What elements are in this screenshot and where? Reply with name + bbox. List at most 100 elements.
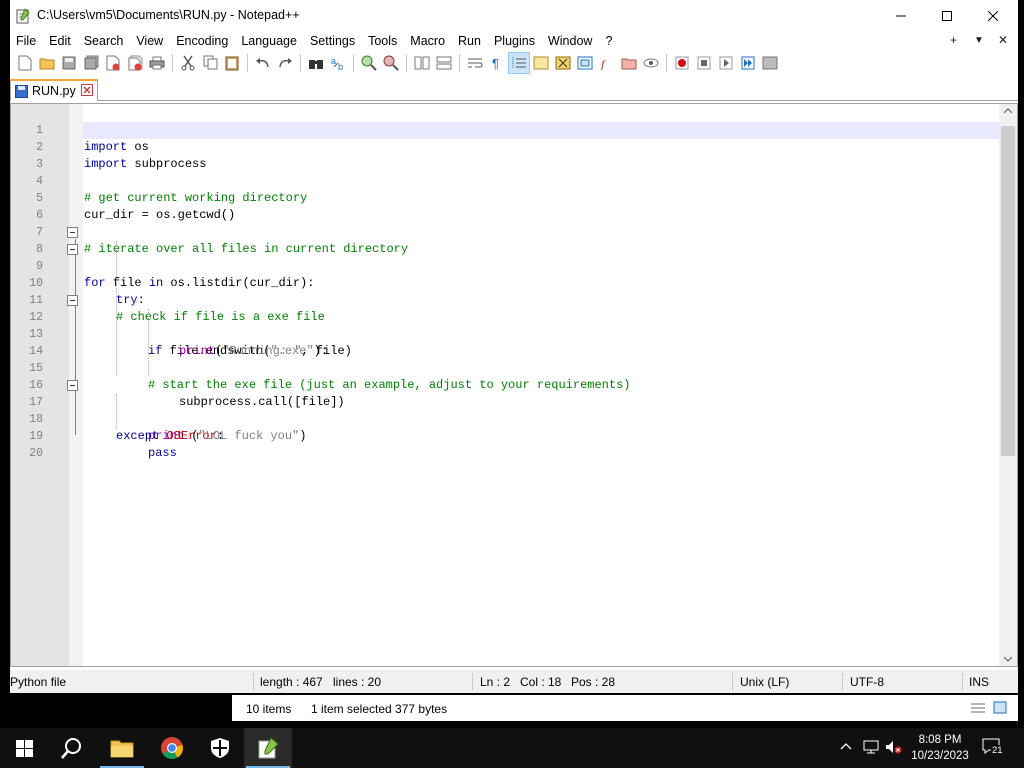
taskbar-notepadpp[interactable] <box>244 728 292 768</box>
line-number: 6 <box>36 209 43 222</box>
fold-toggle-icon[interactable] <box>67 295 78 306</box>
cut-button[interactable] <box>178 53 198 73</box>
close-file-button[interactable] <box>103 53 123 73</box>
record-macro-button[interactable] <box>672 53 692 73</box>
zoom-out-button[interactable] <box>381 53 401 73</box>
taskbar-clock[interactable]: 8:08 PM 10/23/2023 <box>905 732 975 764</box>
volume-muted-icon[interactable] <box>885 740 903 754</box>
menu-view[interactable]: View <box>130 32 170 50</box>
line-number: 11 <box>29 294 43 307</box>
new-file-button[interactable] <box>15 53 35 73</box>
scroll-down-icon[interactable] <box>1004 656 1012 662</box>
status-eol[interactable]: Unix (LF) <box>740 675 789 689</box>
scroll-up-icon[interactable] <box>1004 108 1012 114</box>
fast-forward-icon <box>741 56 755 69</box>
status-insert-mode[interactable]: INS <box>969 675 989 689</box>
play-macro-button[interactable] <box>716 53 736 73</box>
minimize-icon <box>896 15 906 17</box>
minimize-button[interactable] <box>878 0 924 32</box>
document-map-button[interactable] <box>553 53 573 73</box>
indent-guide-button[interactable] <box>508 51 530 74</box>
code-line: 17 except OSError: <box>29 377 999 443</box>
zoom-in-button[interactable] <box>359 53 379 73</box>
maximize-button[interactable] <box>924 0 970 32</box>
notification-center-button[interactable]: 21 <box>982 738 1004 758</box>
new-tab-plus-button[interactable]: + <box>950 33 957 47</box>
menu-search[interactable]: Search <box>78 32 131 50</box>
line-number: 12 <box>29 311 43 324</box>
menu-run[interactable]: Run <box>452 32 488 50</box>
tab-close-icon[interactable] <box>81 84 93 96</box>
close-document-button[interactable]: ✕ <box>998 33 1008 47</box>
code-line: 7 # iterate over all files in current di… <box>36 207 999 256</box>
taskbar-file-explorer[interactable] <box>98 728 146 768</box>
menu-plugins[interactable]: Plugins <box>488 32 542 50</box>
status-encoding[interactable]: UTF-8 <box>850 675 884 689</box>
save-macro-button[interactable] <box>760 53 780 73</box>
open-file-button[interactable] <box>37 53 57 73</box>
close-button[interactable] <box>970 0 1016 32</box>
save-all-button[interactable] <box>81 53 101 73</box>
fold-toggle-icon[interactable] <box>67 380 78 391</box>
vertical-scrollbar[interactable] <box>999 104 1017 666</box>
function-list-button[interactable]: f <box>597 53 617 73</box>
sync-vertical-button[interactable] <box>412 53 432 73</box>
word-wrap-button[interactable] <box>465 53 485 73</box>
show-hidden-icons-chevron-icon[interactable] <box>840 740 852 752</box>
menu-settings[interactable]: Settings <box>304 32 362 50</box>
code-line: 14 <box>29 326 999 358</box>
undo-button[interactable] <box>253 53 273 73</box>
run-macro-multiple-button[interactable] <box>738 53 758 73</box>
title-bar[interactable]: C:\Users\vm5\Documents\RUN.py - Notepad+… <box>10 0 1018 32</box>
sync-horizontal-button[interactable] <box>434 53 454 73</box>
fold-toggle-icon[interactable] <box>67 227 78 238</box>
details-view-icon[interactable] <box>970 702 986 714</box>
network-icon[interactable] <box>863 740 881 754</box>
menu-help[interactable]: ? <box>599 32 619 50</box>
menu-language[interactable]: Language <box>235 32 304 50</box>
code-line: 19 pass <box>29 411 999 460</box>
stop-macro-button[interactable] <box>694 53 714 73</box>
replace-icon: ab <box>331 56 343 71</box>
tab-list-dropdown-button[interactable]: ▼ <box>974 35 984 46</box>
fold-toggle-icon[interactable] <box>67 244 78 255</box>
tab-run-py[interactable]: RUN.py <box>10 79 98 101</box>
document-list-button[interactable] <box>575 53 595 73</box>
replace-button[interactable]: ab <box>328 53 348 73</box>
menu-macro[interactable]: Macro <box>404 32 452 50</box>
explorer-item-count: 10 items <box>246 702 292 716</box>
line-number: 8 <box>36 243 43 256</box>
monitoring-button[interactable] <box>641 53 661 73</box>
taskbar-chrome[interactable] <box>148 728 196 768</box>
menu-window[interactable]: Window <box>542 32 599 50</box>
menu-tools[interactable]: Tools <box>362 32 404 50</box>
menu-edit[interactable]: Edit <box>43 32 78 50</box>
large-icons-view-icon[interactable] <box>993 701 1007 714</box>
copy-button[interactable] <box>200 53 220 73</box>
taskbar-windows-security[interactable] <box>196 728 244 768</box>
code-editor[interactable]: 1 import os 2 import subprocess 3 4 # ge… <box>10 103 1018 667</box>
user-defined-language-button[interactable] <box>531 53 551 73</box>
menu-bar: File Edit Search View Encoding Language … <box>10 32 1018 50</box>
start-button[interactable] <box>0 728 48 768</box>
menu-file[interactable]: File <box>10 32 43 50</box>
find-button[interactable] <box>306 53 326 73</box>
zoom-in-icon <box>361 55 377 71</box>
code-line: 3 <box>36 139 999 171</box>
code-line: 18 print ("LOL fuck you") <box>29 394 999 443</box>
folder-as-workspace-button[interactable] <box>619 53 639 73</box>
search-button[interactable] <box>48 728 96 768</box>
show-all-characters-button[interactable]: ¶ <box>487 53 507 73</box>
redo-button[interactable] <box>275 53 295 73</box>
scrollbar-thumb[interactable] <box>1001 126 1015 456</box>
clock-time: 8:08 PM <box>918 734 962 746</box>
close-all-button[interactable] <box>125 53 145 73</box>
menu-encoding[interactable]: Encoding <box>170 32 235 50</box>
save-button[interactable] <box>59 53 79 73</box>
save-icon <box>62 56 76 69</box>
print-button[interactable] <box>147 53 167 73</box>
code-line: 15 # start the exe file (just an example… <box>29 343 999 392</box>
paste-button[interactable] <box>222 53 242 73</box>
search-icon <box>61 738 81 759</box>
code-text-area[interactable]: 1 import os 2 import subprocess 3 4 # ge… <box>29 104 999 666</box>
